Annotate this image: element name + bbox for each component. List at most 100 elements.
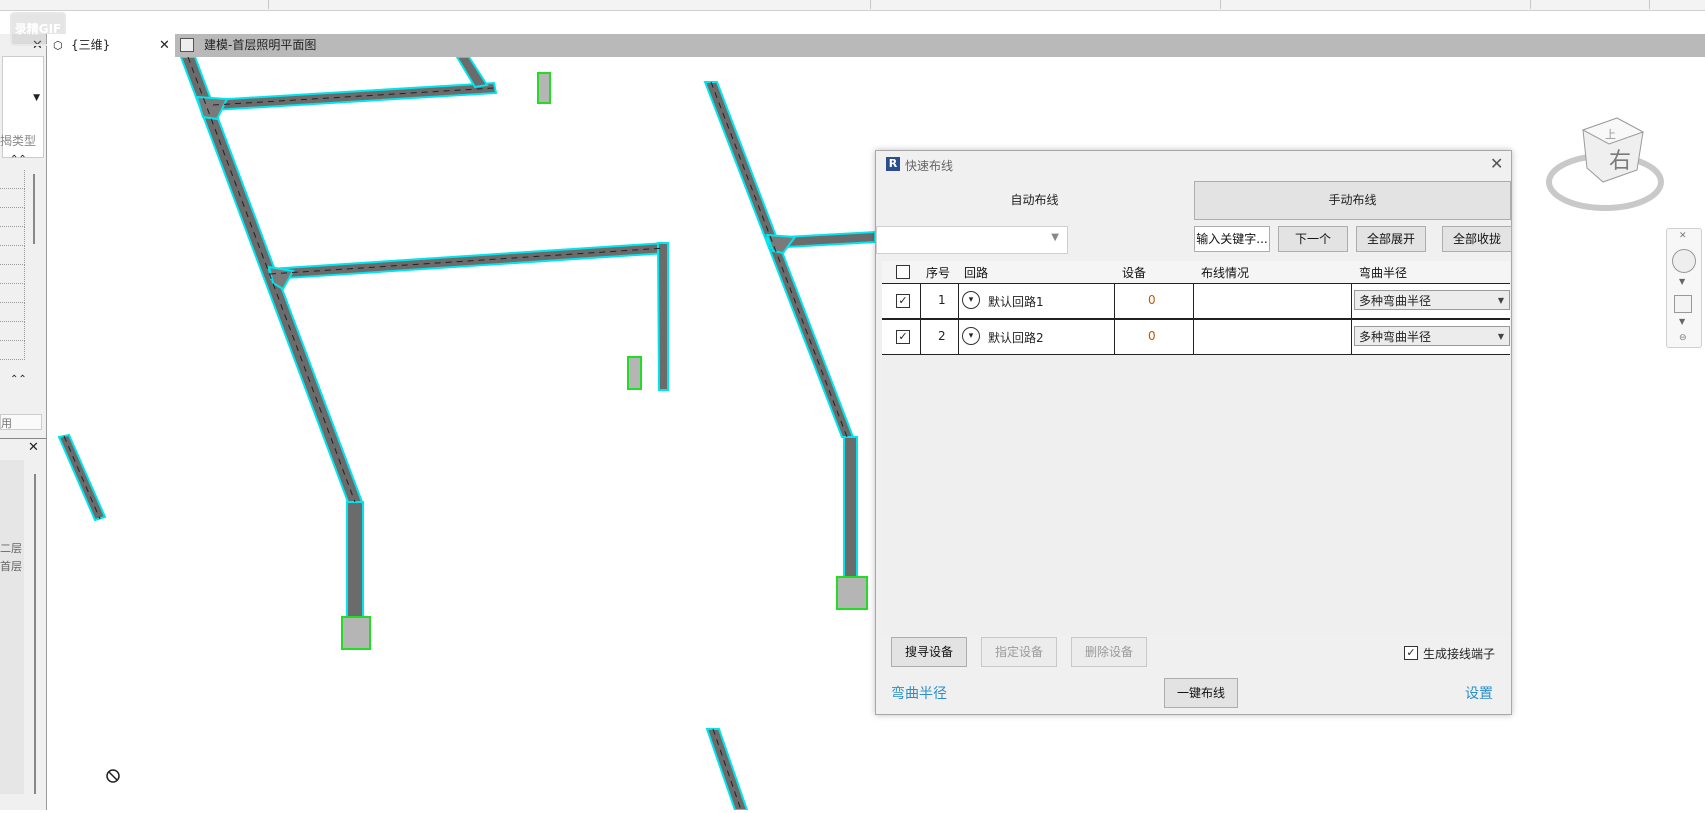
row-checkbox[interactable]: ✓ xyxy=(896,294,910,308)
generate-terminal-label: 生成接线端子 xyxy=(1423,647,1496,661)
tab-auto-routing[interactable]: 自动布线 xyxy=(876,181,1193,219)
project-browser xyxy=(0,460,24,794)
cable-tray-segment xyxy=(210,81,498,112)
collapse-up-icon[interactable]: ⌃⌃ xyxy=(10,374,27,385)
floor-plan-icon xyxy=(180,38,194,52)
cube-view-icon: ⬡ xyxy=(53,39,63,52)
tab-manual-routing[interactable]: 手动布线 xyxy=(1194,181,1511,220)
column-header-index: 序号 xyxy=(926,266,951,280)
minimize-icon[interactable]: ⊖ xyxy=(1679,333,1687,343)
select-all-checkbox[interactable] xyxy=(896,265,910,279)
row-circuit: 默认回路2 xyxy=(988,331,1044,345)
table-row[interactable]: ✓ 1 ▾ 默认回路1 0 多种弯曲半径 ▼ xyxy=(882,283,1510,319)
scrollbar[interactable] xyxy=(34,474,36,794)
column-header-radius: 弯曲半径 xyxy=(1359,266,1408,280)
chevron-down-icon: ▼ xyxy=(1497,296,1504,305)
keyword-input-button[interactable]: 输入关键字... xyxy=(1194,226,1270,252)
button-label: 一键布线 xyxy=(1176,686,1225,700)
chevron-down-icon: ▼ xyxy=(1497,332,1504,341)
radius-select[interactable]: 多种弯曲半径 ▼ xyxy=(1354,290,1510,310)
row-index: 1 xyxy=(938,293,946,307)
revit-logo-icon: R xyxy=(886,157,900,171)
top-toolbar-strip xyxy=(0,0,1705,11)
view-cube-icon[interactable]: 右 上 xyxy=(1545,110,1665,220)
chevron-down-icon[interactable]: ▼ xyxy=(1679,277,1685,286)
zoom-icon[interactable] xyxy=(1674,295,1692,313)
button-label: 删除设备 xyxy=(1084,645,1133,659)
tab-3d-view[interactable]: ⬡ {三维} ✕ xyxy=(47,34,175,57)
cable-tray-segment xyxy=(705,728,749,811)
cable-tray-drop xyxy=(346,501,364,618)
close-icon[interactable]: ✕ xyxy=(28,440,39,455)
tab-label: 手动布线 xyxy=(1328,193,1377,207)
row-device-count: 0 xyxy=(1148,293,1156,307)
collapse-all-button[interactable]: 全部收拢 xyxy=(1442,226,1512,252)
properties-panel: ✕ ▼ 揭类型 ⌃⌃ ⌃⌃ 用 ✕ 二层 首层 xyxy=(0,34,47,810)
steering-wheel-icon[interactable] xyxy=(1672,249,1696,273)
dropdown-arrow-icon: ▼ xyxy=(1051,232,1059,243)
button-label: 全部展开 xyxy=(1366,232,1415,246)
no-entry-icon xyxy=(106,769,120,783)
button-label: 指定设备 xyxy=(994,645,1043,659)
dialog-title: 快速布线 xyxy=(905,159,954,173)
assign-devices-button[interactable]: 指定设备 xyxy=(981,637,1057,667)
radius-select[interactable]: 多种弯曲半径 ▼ xyxy=(1354,326,1510,346)
chevron-down-icon[interactable]: ▼ xyxy=(1679,317,1685,326)
cable-tray-drop xyxy=(843,436,858,578)
next-button[interactable]: 下一个 xyxy=(1278,226,1348,252)
svg-text:上: 上 xyxy=(1605,128,1616,141)
collapse-up-icon[interactable]: ⌃⌃ xyxy=(10,154,27,165)
light-fixture-device xyxy=(836,576,868,610)
divider xyxy=(1530,0,1531,9)
settings-link[interactable]: 设置 xyxy=(1465,683,1493,703)
close-icon[interactable]: ✕ xyxy=(159,34,170,57)
column-header-devices: 设备 xyxy=(1122,266,1147,280)
expand-all-button[interactable]: 全部展开 xyxy=(1356,226,1426,252)
tab-floor-plan[interactable]: 建模-首层照明平面图 xyxy=(176,34,356,57)
expand-chevron-icon[interactable]: ▾ xyxy=(962,327,980,345)
button-label: 搜寻设备 xyxy=(904,645,953,659)
tab-label: 自动布线 xyxy=(1010,193,1059,207)
tab-label: {三维} xyxy=(71,38,111,52)
close-icon[interactable]: ✕ xyxy=(1679,231,1687,241)
browser-item-floor2[interactable]: 二层 xyxy=(0,540,22,556)
row-device-count: 0 xyxy=(1148,329,1156,343)
row-checkbox[interactable]: ✓ xyxy=(896,330,910,344)
search-devices-button[interactable]: 搜寻设备 xyxy=(891,637,967,667)
type-label: 揭类型 xyxy=(0,134,37,148)
quick-routing-dialog: R 快速布线 ✕ 自动布线 手动布线 ▼ 输入关键字... 下一个 全部展开 全… xyxy=(875,150,1512,715)
table-row[interactable]: ✓ 2 ▾ 默认回路2 0 多种弯曲半径 ▼ xyxy=(882,319,1510,355)
row-circuit: 默认回路1 xyxy=(988,295,1044,309)
cable-tray-segment xyxy=(656,242,669,391)
column-header-status: 布线情况 xyxy=(1201,266,1250,280)
browser-item-floor1[interactable]: 首层 xyxy=(0,558,22,574)
button-label: 全部收拢 xyxy=(1452,232,1501,246)
property-grid xyxy=(0,170,26,360)
expand-chevron-icon[interactable]: ▾ xyxy=(962,291,980,309)
light-fixture-device xyxy=(341,616,371,650)
delete-devices-button[interactable]: 删除设备 xyxy=(1071,637,1147,667)
scrollbar[interactable] xyxy=(33,174,35,244)
bend-radius-link[interactable]: 弯曲半径 xyxy=(891,683,947,703)
select-value: 多种弯曲半径 xyxy=(1359,330,1432,344)
view-cube[interactable]: 右 上 xyxy=(1545,110,1665,220)
filter-combobox[interactable]: ▼ xyxy=(876,226,1068,254)
select-value: 多种弯曲半径 xyxy=(1359,294,1432,308)
button-label: 下一个 xyxy=(1294,232,1331,246)
navigation-bar: ✕ ▼ ▼ ⊖ xyxy=(1666,228,1702,348)
divider xyxy=(1649,0,1650,9)
divider xyxy=(268,0,269,9)
table-body-empty xyxy=(882,355,1510,635)
apply-button[interactable]: 用 xyxy=(0,414,42,430)
row-index: 2 xyxy=(938,329,946,343)
apply-label: 用 xyxy=(1,417,12,430)
tab-label: 建模-首层照明平面图 xyxy=(204,38,317,52)
close-icon[interactable]: ✕ xyxy=(1490,154,1503,173)
generate-terminal-checkbox[interactable]: ✓ xyxy=(1404,646,1418,660)
dropdown-arrow-icon: ▼ xyxy=(33,93,40,103)
light-fixture-device xyxy=(627,356,642,390)
one-key-routing-button[interactable]: 一键布线 xyxy=(1164,678,1238,708)
column-header-circuit: 回路 xyxy=(964,266,989,280)
divider xyxy=(0,438,46,439)
svg-text:右: 右 xyxy=(1609,149,1631,174)
